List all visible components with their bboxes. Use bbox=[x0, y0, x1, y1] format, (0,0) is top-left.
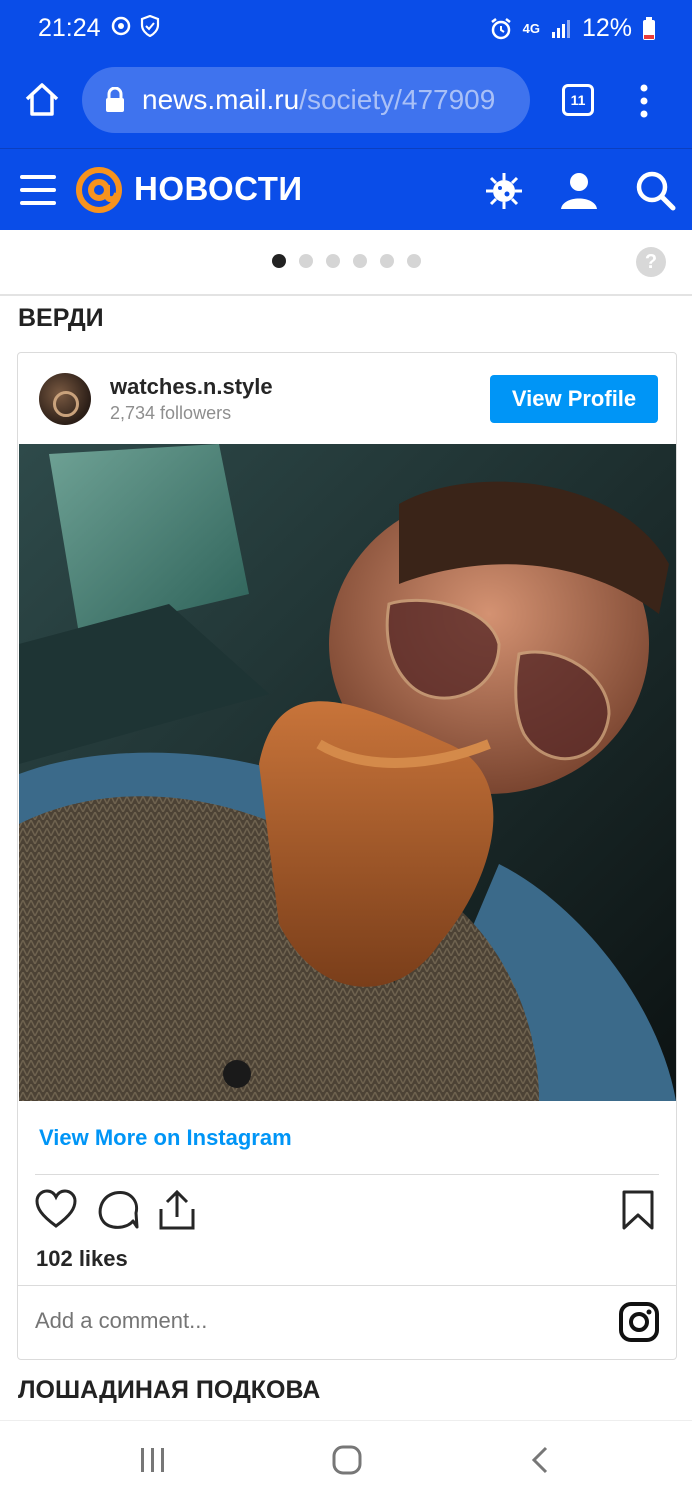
carousel-dots bbox=[272, 254, 421, 268]
network-type: 4G bbox=[522, 21, 540, 36]
alarm-icon bbox=[490, 17, 511, 39]
recent-apps-icon[interactable] bbox=[140, 1447, 166, 1473]
address-bar[interactable]: news.mail.ru/society/477909 bbox=[82, 67, 530, 133]
menu-icon[interactable] bbox=[20, 173, 56, 207]
home-nav-icon[interactable] bbox=[332, 1445, 362, 1475]
bookmark-icon[interactable] bbox=[621, 1189, 655, 1231]
carousel-dot[interactable] bbox=[299, 254, 313, 268]
back-icon[interactable] bbox=[528, 1445, 554, 1475]
comment-icon[interactable] bbox=[97, 1189, 139, 1231]
status-left-icons bbox=[110, 15, 160, 37]
status-time: 21:24 bbox=[38, 14, 101, 42]
post-actions bbox=[35, 1189, 661, 1233]
tab-count: 11 bbox=[570, 92, 586, 108]
sync-icon bbox=[111, 16, 131, 36]
view-profile-button[interactable]: View Profile bbox=[490, 375, 658, 423]
url-text: news.mail.ru/society/477909 bbox=[142, 84, 495, 116]
divider bbox=[35, 1174, 659, 1175]
carousel-dot[interactable] bbox=[407, 254, 421, 268]
instagram-embed: watches.n.style 2,734 followers View Pro… bbox=[17, 352, 677, 1360]
url-domain: news.mail.ru bbox=[142, 84, 300, 115]
help-label: ? bbox=[644, 250, 658, 273]
comment-row bbox=[18, 1285, 676, 1359]
post-photo[interactable] bbox=[19, 444, 676, 1101]
tab-switcher-button[interactable]: 11 bbox=[562, 84, 594, 116]
more-options-icon[interactable] bbox=[638, 84, 650, 118]
help-button[interactable]: ? bbox=[636, 247, 666, 277]
carousel-dot[interactable] bbox=[272, 254, 286, 268]
view-more-link[interactable]: View More on Instagram bbox=[39, 1125, 292, 1151]
section-title-horseshoe: ЛОШАДИНАЯ ПОДКОВА bbox=[18, 1376, 321, 1404]
system-nav-bar bbox=[0, 1420, 692, 1500]
home-icon[interactable] bbox=[22, 80, 62, 120]
bearded-man-photo bbox=[19, 444, 676, 1101]
browser-toolbar: news.mail.ru/society/477909 11 bbox=[0, 56, 692, 148]
comment-input[interactable] bbox=[35, 1308, 595, 1334]
news-header: НОВОСТИ bbox=[0, 148, 692, 230]
status-right: 4G 12% bbox=[489, 14, 656, 43]
instagram-username[interactable]: watches.n.style bbox=[110, 374, 273, 400]
follower-count: 2,734 followers bbox=[110, 403, 232, 423]
carousel-dot[interactable] bbox=[380, 254, 394, 268]
search-icon[interactable] bbox=[634, 169, 676, 211]
instagram-icon[interactable] bbox=[618, 1301, 660, 1343]
share-icon[interactable] bbox=[157, 1189, 197, 1231]
carousel-dot[interactable] bbox=[326, 254, 340, 268]
url-path: /society/477909 bbox=[299, 84, 496, 115]
status-bar: 21:24 4G 12% bbox=[0, 0, 692, 56]
signal-icon bbox=[551, 19, 570, 38]
news-brand-title[interactable]: НОВОСТИ bbox=[134, 170, 303, 208]
lock-icon bbox=[106, 87, 124, 112]
battery-percent: 12% bbox=[581, 14, 632, 42]
carousel-dot[interactable] bbox=[353, 254, 367, 268]
coronavirus-icon[interactable] bbox=[484, 171, 524, 211]
user-icon[interactable] bbox=[558, 169, 600, 211]
avatar[interactable] bbox=[39, 373, 91, 425]
carousel-indicator: ? bbox=[0, 230, 692, 296]
shield-icon bbox=[140, 15, 160, 37]
like-count: 102 likes bbox=[36, 1246, 128, 1271]
battery-icon bbox=[643, 16, 655, 40]
mail-at-logo-icon[interactable] bbox=[74, 165, 124, 215]
heart-icon[interactable] bbox=[35, 1189, 77, 1229]
section-title-verdi: ВЕРДИ bbox=[18, 304, 104, 332]
